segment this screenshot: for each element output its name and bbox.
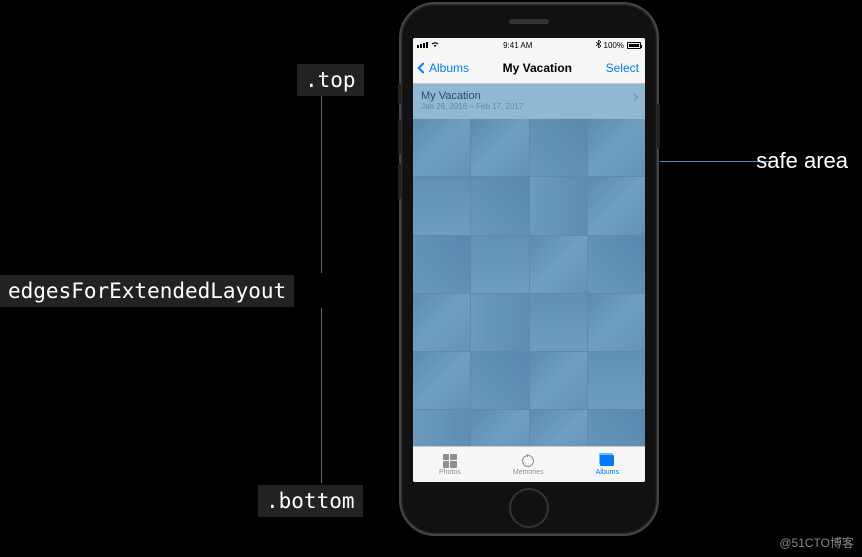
tab-label: Albums [596, 469, 619, 476]
tab-albums[interactable]: Albums [596, 454, 619, 476]
back-button-label: Albums [429, 61, 469, 75]
select-button[interactable]: Select [606, 61, 639, 75]
back-button[interactable]: Albums [419, 61, 469, 75]
photo-thumbnail[interactable] [530, 410, 587, 446]
status-time: 9:41 AM [503, 41, 532, 50]
battery-icon [627, 42, 641, 49]
album-header[interactable]: My Vacation Jan 26, 2016 – Feb 17, 2017 [413, 84, 645, 119]
photo-thumbnail[interactable] [530, 119, 587, 176]
label-safe-area: safe area [756, 148, 848, 174]
photo-thumbnail[interactable] [413, 294, 470, 351]
photo-thumbnail[interactable] [530, 352, 587, 409]
album-date-range: Jan 26, 2016 – Feb 17, 2017 [421, 102, 637, 111]
navigation-bar: Albums My Vacation Select [413, 52, 645, 84]
bluetooth-icon [596, 40, 601, 50]
label-bottom: .bottom [258, 485, 363, 517]
home-button[interactable] [509, 488, 549, 528]
phone-volume-up-button [398, 119, 401, 154]
photos-icon [441, 454, 459, 468]
status-right: 100% [596, 40, 641, 50]
photo-thumbnail[interactable] [413, 410, 470, 446]
photo-thumbnail[interactable] [588, 177, 645, 234]
photo-thumbnail[interactable] [530, 236, 587, 293]
photo-thumbnail[interactable] [471, 236, 528, 293]
photo-thumbnail[interactable] [588, 236, 645, 293]
tab-bar: Photos Memories Albums [413, 446, 645, 482]
photo-thumbnail[interactable] [588, 119, 645, 176]
signal-strength-icon [417, 42, 428, 48]
iphone-device-frame: 9:41 AM 100% Albums My Vacation Select M… [399, 2, 659, 536]
connector-line-top [321, 96, 322, 273]
photo-thumbnail[interactable] [471, 119, 528, 176]
photo-thumbnail[interactable] [413, 177, 470, 234]
photo-thumbnail[interactable] [530, 294, 587, 351]
photo-thumbnail[interactable] [413, 352, 470, 409]
photo-thumbnail[interactable] [588, 294, 645, 351]
albums-icon [598, 454, 616, 468]
phone-screen: 9:41 AM 100% Albums My Vacation Select M… [413, 38, 645, 482]
photo-thumbnail[interactable] [471, 352, 528, 409]
photo-thumbnail[interactable] [588, 352, 645, 409]
status-bar: 9:41 AM 100% [413, 38, 645, 52]
photo-grid [413, 119, 645, 446]
status-left [417, 40, 440, 50]
tab-label: Photos [439, 469, 461, 476]
album-title: My Vacation [421, 90, 637, 102]
tab-memories[interactable]: Memories [513, 454, 544, 476]
chevron-left-icon [417, 62, 428, 73]
battery-percentage: 100% [604, 41, 624, 50]
label-top: .top [297, 64, 364, 96]
phone-mute-switch [398, 84, 401, 104]
nav-title: My Vacation [503, 61, 572, 75]
label-edges-for-extended-layout: edgesForExtendedLayout [0, 275, 294, 307]
watermark: @51CTO博客 [779, 534, 854, 551]
memories-icon [519, 454, 537, 468]
connector-line-safe-area [657, 161, 772, 162]
phone-volume-down-button [398, 164, 401, 199]
connector-line-bottom [321, 308, 322, 483]
photo-thumbnail[interactable] [471, 410, 528, 446]
scroll-content-safe-area[interactable]: My Vacation Jan 26, 2016 – Feb 17, 2017 [413, 84, 645, 446]
tab-label: Memories [513, 469, 544, 476]
tab-photos[interactable]: Photos [439, 454, 461, 476]
photo-thumbnail[interactable] [530, 177, 587, 234]
photo-thumbnail[interactable] [413, 236, 470, 293]
chevron-right-icon [630, 93, 638, 101]
phone-power-button [657, 104, 660, 149]
photo-thumbnail[interactable] [413, 119, 470, 176]
photo-thumbnail[interactable] [588, 410, 645, 446]
photo-thumbnail[interactable] [471, 177, 528, 234]
photo-thumbnail[interactable] [471, 294, 528, 351]
wifi-icon [430, 40, 440, 50]
